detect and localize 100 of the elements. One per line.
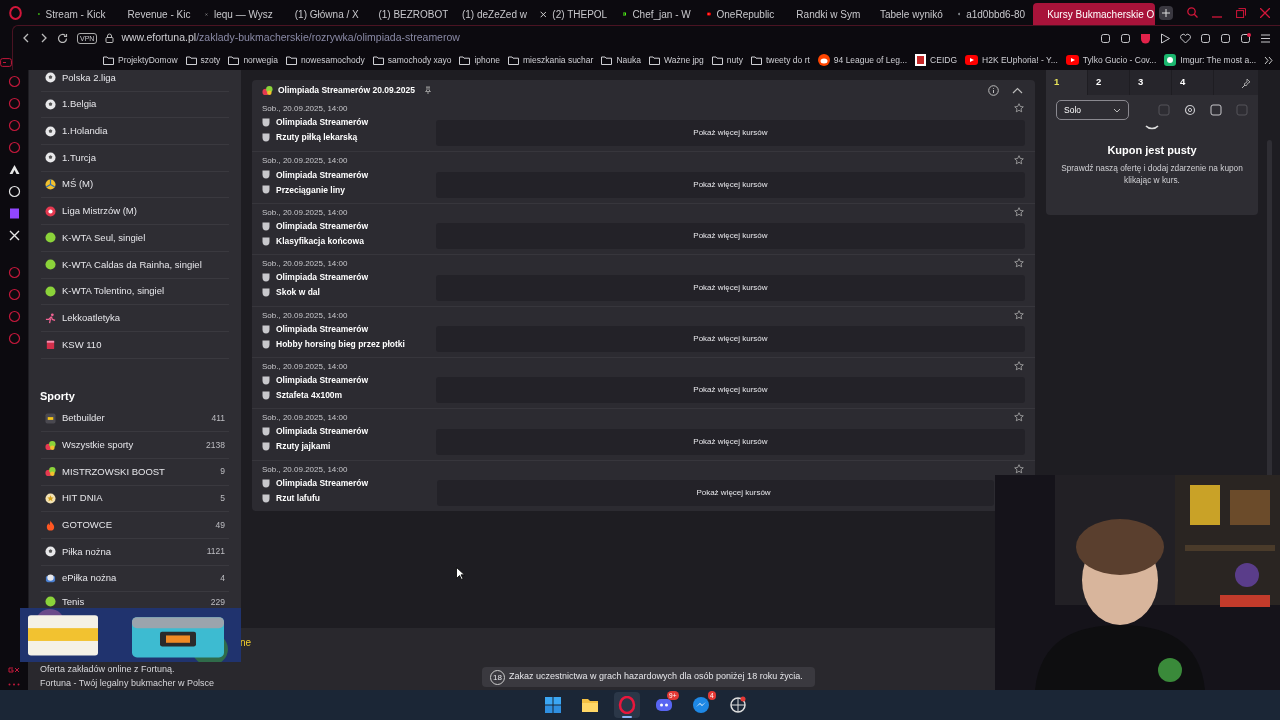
sidebar-item[interactable]: Tenis 229 <box>41 592 229 612</box>
sidebar-item[interactable]: Lekkoatletyka <box>41 305 229 332</box>
sidebar-item[interactable]: K-WTA Seul, singiel <box>41 225 229 252</box>
browser-tab[interactable]: Revenue - Kic <box>113 3 198 25</box>
collapse-icon[interactable] <box>1012 86 1023 94</box>
sidebar-item[interactable]: Polska 2.liga <box>41 70 229 92</box>
sidebar-item[interactable]: 1.Holandia <box>41 118 229 146</box>
bookmark[interactable]: CEIDG <box>915 53 957 67</box>
browser-tab[interactable]: OneRepublic <box>698 3 783 25</box>
url-field[interactable]: www.efortuna.pl/zaklady-bukmacherskie/rozrywka/olimpiada-streamerow <box>121 30 460 46</box>
browser-tab[interactable]: a1d0bbd6-80 <box>949 3 1034 25</box>
bookmark[interactable]: samochody xayo <box>372 53 452 67</box>
team-name[interactable]: Klasyfikacja końcowa <box>276 234 364 248</box>
star-icon[interactable] <box>1014 206 1024 217</box>
bookmark[interactable]: Ważne jpg <box>648 53 704 67</box>
cross-logo-icon[interactable] <box>7 229 21 242</box>
team-name[interactable]: Rzuty piłką lekarską <box>276 131 358 144</box>
sidebar-item[interactable]: GOTOWCE 49 <box>41 512 229 539</box>
team-name[interactable]: Olimpiada Streamerów <box>276 374 369 387</box>
bookmark[interactable]: mieszkania suchar <box>508 53 594 67</box>
browser-tab[interactable]: lequ — Wysz <box>197 3 281 25</box>
info-icon[interactable] <box>988 84 999 96</box>
more-icon[interactable] <box>1264 55 1274 65</box>
browser-tab[interactable]: (1) Główna / X <box>280 3 365 25</box>
heart-icon[interactable] <box>1180 32 1192 44</box>
browser-tab[interactable]: Randki w Sym <box>782 3 866 25</box>
restore-icon[interactable] <box>1236 7 1246 18</box>
sidebar-item[interactable]: 1.Belgia <box>41 91 229 119</box>
sidebar-item[interactable]: Betbuilder 411 <box>41 405 229 433</box>
menu-icon[interactable] <box>1260 32 1272 44</box>
team-name[interactable]: Olimpiada Streamerów <box>276 116 369 129</box>
star-icon[interactable] <box>1014 258 1024 269</box>
sidebar-item[interactable]: Liga Mistrzów (M) <box>41 198 229 226</box>
sidebar-item[interactable]: Piłka nożna 1121 <box>41 539 229 566</box>
more-odds-button[interactable]: Pokaż więcej kursów <box>437 480 994 507</box>
bookmark[interactable]: szoty <box>185 53 221 67</box>
team-name[interactable]: Olimpiada Streamerów <box>276 425 369 439</box>
sidebar-item[interactable]: MŚ (M) <box>41 171 229 199</box>
bookmark[interactable]: nowesamochody <box>285 53 365 67</box>
new-tab-button[interactable] <box>1159 5 1174 20</box>
pyramid-icon[interactable] <box>7 163 21 176</box>
more-odds-button[interactable]: Pokaż więcej kursów <box>435 223 1025 250</box>
browser-tab[interactable]: (1) deZeZed w <box>447 3 532 25</box>
gx-icon[interactable] <box>8 667 20 673</box>
bookmark[interactable]: H2K EUphoria! - Y... <box>965 53 1058 67</box>
team-name[interactable]: Olimpiada Streamerów <box>276 322 369 336</box>
bookmark[interactable]: Tylko Gucio - Cov... <box>1065 53 1157 67</box>
star-icon[interactable] <box>1014 463 1024 474</box>
search-icon[interactable] <box>1187 7 1198 18</box>
more-odds-button[interactable]: Pokaż więcej kursów <box>435 274 1025 301</box>
team-name[interactable]: Olimpiada Streamerów <box>276 168 369 182</box>
close-icon[interactable] <box>1260 7 1270 18</box>
star-icon[interactable] <box>1014 155 1024 166</box>
back-icon[interactable] <box>22 33 30 43</box>
more-odds-button[interactable]: Pokaż więcej kursów <box>435 171 1025 198</box>
sidebar-item[interactable]: MISTRZOWSKI BOOST 9 <box>41 458 229 486</box>
bookmark[interactable]: Nauka <box>601 53 641 67</box>
bookmark[interactable]: ProjektyDomow <box>103 53 178 67</box>
reload-icon[interactable] <box>57 32 68 44</box>
browser-tab[interactable]: (1) BEZROBOT <box>364 3 448 25</box>
browser-tab[interactable]: Stream - Kick <box>30 3 114 25</box>
bookmark[interactable]: 94 League of Leg... <box>817 53 908 67</box>
bookmark[interactable]: norwegia <box>228 53 278 67</box>
more-odds-button[interactable]: Pokaż więcej kursów <box>435 120 1025 147</box>
send-icon[interactable] <box>1160 32 1172 44</box>
star-icon[interactable] <box>1014 103 1024 113</box>
forward-icon[interactable] <box>40 33 48 43</box>
shield-icon[interactable] <box>1140 32 1152 44</box>
coupon-tab[interactable]: 4 <box>1172 70 1214 95</box>
coupon-tab[interactable]: 1 <box>1046 70 1088 95</box>
bookmark[interactable]: nuty <box>711 53 743 67</box>
browser-tab[interactable]: (2) THEPOL <box>531 3 616 25</box>
browser-tab[interactable]: Chef_jan - W <box>615 3 699 25</box>
gamepad-icon[interactable] <box>0 58 12 67</box>
team-name[interactable]: Olimpiada Streamerów <box>276 219 369 233</box>
browser-tab[interactable]: Tabele wynikó <box>865 3 950 25</box>
bookmark[interactable]: tweety do rt <box>750 53 810 67</box>
more-odds-button[interactable]: Pokaż więcej kursów <box>435 377 1025 404</box>
sidebar-item[interactable]: HIT DNIA 5 <box>41 485 229 513</box>
star-icon[interactable] <box>1014 309 1024 320</box>
team-name[interactable]: Hobby horsing bieg przez płotki <box>276 337 405 351</box>
sidebar-item[interactable]: 1.Turcja <box>41 145 229 172</box>
team-name[interactable]: Skok w dal <box>276 286 320 300</box>
team-name[interactable]: Sztafeta 4x100m <box>276 389 343 402</box>
sidebar-item[interactable]: Wszystkie sporty 2138 <box>41 432 229 459</box>
team-name[interactable]: Przeciąganie liny <box>276 183 345 197</box>
sidebar-item[interactable]: K-WTA Tolentino, singiel <box>41 278 229 306</box>
sidebar-item[interactable]: KSW 110 <box>41 331 229 359</box>
team-name[interactable]: Rzut lafufu <box>276 491 320 505</box>
star-icon[interactable] <box>1014 360 1024 371</box>
browser-tab[interactable]: Kursy Bukmacherskie Ol <box>1033 3 1156 25</box>
browser-logo-icon[interactable] <box>8 5 22 20</box>
team-name[interactable]: Olimpiada Streamerów <box>276 271 369 285</box>
team-name[interactable]: Rzuty jajkami <box>276 440 331 454</box>
more-odds-button[interactable]: Pokaż więcej kursów <box>435 325 1025 352</box>
sidebar-item[interactable]: K-WTA Caldas da Rainha, singiel <box>41 251 229 279</box>
bookmark[interactable]: Imgur: The most a... <box>1164 53 1257 67</box>
mode-dropdown[interactable]: Solo <box>1056 100 1129 120</box>
coupon-tab[interactable]: 3 <box>1130 70 1172 95</box>
more-odds-button[interactable]: Pokaż więcej kursów <box>435 428 1025 455</box>
